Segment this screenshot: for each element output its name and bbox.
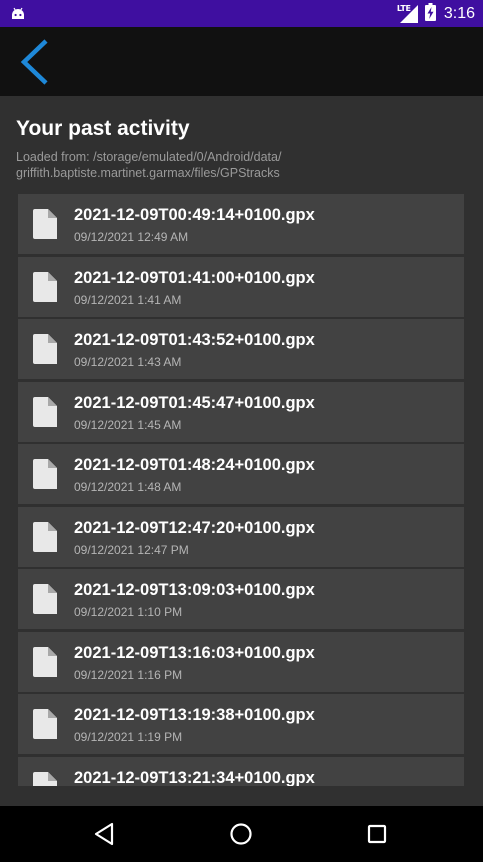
file-name: 2021-12-09T13:16:03+0100.gpx [74, 643, 315, 662]
file-list-item[interactable]: 2021-12-09T01:45:47+0100.gpx 09/12/2021 1… [18, 381, 464, 442]
file-icon [33, 209, 57, 243]
file-date: 09/12/2021 1:19 PM [74, 730, 183, 744]
file-date: 09/12/2021 12:49 AM [74, 230, 189, 244]
file-icon [33, 771, 57, 786]
status-time: 3:16 [443, 4, 475, 22]
triangle-back-icon [94, 822, 114, 846]
file-name: 2021-12-09T12:47:20+0100.gpx [74, 518, 315, 537]
file-icon [33, 459, 57, 493]
file-list[interactable]: 2021-12-09T00:49:14+0100.gpx 09/12/2021 1… [18, 194, 464, 786]
file-icon [33, 584, 57, 618]
file-date: 09/12/2021 1:43 AM [74, 355, 182, 369]
file-name: 2021-12-09T01:45:47+0100.gpx [74, 393, 315, 412]
file-icon [33, 709, 57, 743]
back-button[interactable] [12, 35, 56, 89]
file-date: 09/12/2021 12:47 PM [74, 542, 189, 557]
file-icon [33, 646, 57, 681]
app-bar [0, 27, 483, 96]
file-date: 09/12/2021 1:10 PM [74, 605, 183, 619]
square-recents-icon [367, 824, 387, 844]
file-date: 09/12/2021 1:41 AM [74, 292, 182, 307]
file-name: 2021-12-09T01:48:24+0100.gpx [74, 456, 315, 474]
file-list-item[interactable]: 2021-12-09T13:16:03+0100.gpx 09/12/2021 1… [18, 631, 464, 692]
file-date: 09/12/2021 1:45 AM [74, 417, 182, 432]
file-date: 09/12/2021 1:48 AM [74, 480, 182, 494]
main-content: Your past activity Loaded from: /storage… [0, 96, 483, 806]
file-name: 2021-12-09T13:21:34+0100.gpx [74, 768, 315, 787]
system-nav-bar [0, 806, 483, 862]
load-path-line-1: Loaded from: /storage/emulated/0/Android… [16, 150, 282, 164]
battery-charging-icon [424, 2, 436, 25]
file-list-item[interactable]: 2021-12-09T13:09:03+0100.gpx 09/12/2021 1… [18, 569, 464, 629]
file-list-item[interactable]: 2021-12-09T13:21:34+0100.gpx [18, 756, 464, 787]
file-icon [33, 521, 57, 556]
file-icon [33, 396, 57, 431]
file-name: 2021-12-09T01:41:00+0100.gpx [74, 268, 315, 287]
page-title: Your past activity [16, 117, 190, 140]
nav-recents-button[interactable] [359, 816, 395, 852]
load-path-line-2: griffith.baptiste.martinet.garmax/files/… [16, 166, 280, 180]
file-name: 2021-12-09T01:43:52+0100.gpx [74, 331, 315, 349]
status-bar: LTE 3:16 [0, 0, 483, 27]
file-date: 09/12/2021 1:16 PM [74, 667, 183, 682]
chevron-left-icon [20, 39, 48, 85]
file-list-item[interactable]: 2021-12-09T01:48:24+0100.gpx 09/12/2021 1… [18, 444, 464, 504]
file-list-item[interactable]: 2021-12-09T01:43:52+0100.gpx 09/12/2021 1… [18, 319, 464, 379]
file-list-item[interactable]: 2021-12-09T13:19:38+0100.gpx 09/12/2021 1… [18, 694, 464, 754]
file-icon [33, 334, 57, 368]
file-icon [33, 271, 57, 306]
file-name: 2021-12-09T00:49:14+0100.gpx [74, 206, 315, 224]
file-list-item[interactable]: 2021-12-09T00:49:14+0100.gpx 09/12/2021 1… [18, 194, 464, 254]
file-name: 2021-12-09T13:09:03+0100.gpx [74, 581, 315, 599]
file-list-item[interactable]: 2021-12-09T01:41:00+0100.gpx 09/12/2021 1… [18, 256, 464, 317]
nav-home-button[interactable] [223, 816, 259, 852]
file-name: 2021-12-09T13:19:38+0100.gpx [74, 706, 315, 724]
signal-strength-icon: LTE [397, 4, 419, 24]
nav-back-button[interactable] [86, 816, 122, 852]
android-robot-icon [10, 5, 26, 25]
file-list-item[interactable]: 2021-12-09T12:47:20+0100.gpx 09/12/2021 1… [18, 506, 464, 567]
circle-home-icon [230, 823, 252, 845]
